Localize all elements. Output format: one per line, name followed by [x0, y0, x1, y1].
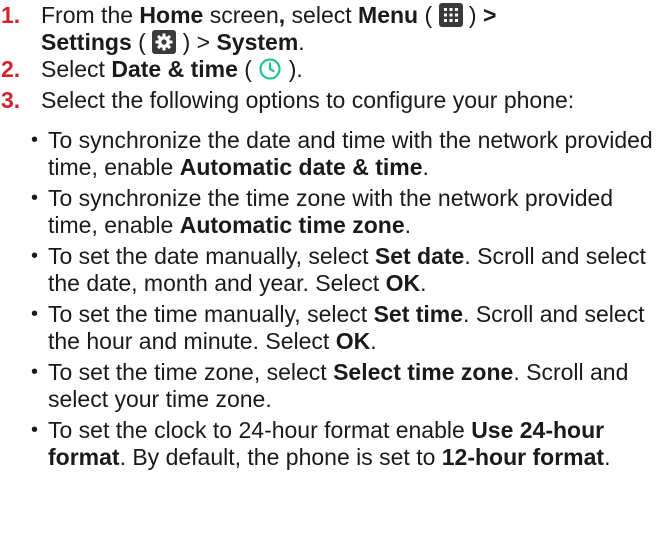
gear-icon	[152, 30, 177, 54]
list-item: • To set the clock to 24-hour format ena…	[0, 417, 664, 471]
text-run: (	[418, 2, 439, 28]
text-run: (	[131, 29, 153, 55]
bullet-dot: •	[30, 129, 38, 151]
bold-term: Set time	[373, 301, 464, 327]
step-number: 2.	[1, 56, 21, 82]
bullet-dot: •	[30, 419, 38, 441]
bold-term: Automatic date & time	[179, 154, 423, 180]
bullet-dot: •	[30, 187, 38, 209]
step-1: 1. From the Home screen, select Menu ( )…	[0, 2, 664, 56]
bold-term: 12-hour format	[441, 444, 605, 470]
list-item: • To synchronize the date and time with …	[0, 127, 664, 181]
text-run: To set the time zone, select	[48, 359, 334, 385]
text-run: .	[404, 212, 412, 238]
bold-term: Set date	[374, 243, 465, 269]
text-run: ) >	[176, 29, 217, 55]
list-item: • To set the time zone, select Select ti…	[0, 359, 664, 413]
list-item: • To set the date manually, select Set d…	[0, 243, 664, 297]
bold-home: Home	[139, 2, 204, 28]
bold-term: OK	[335, 328, 371, 354]
bold-term: OK	[385, 270, 421, 296]
text-run: . By default, the phone is set to	[119, 444, 442, 470]
step-3: 3. Select the following options to confi…	[0, 87, 664, 114]
bullet-dot: •	[30, 361, 38, 383]
step-text: Select Date & time ( ).	[41, 56, 664, 87]
step-number: 3.	[1, 87, 21, 113]
bold-date-time: Date & time	[111, 56, 238, 82]
grid-menu-icon	[438, 3, 463, 27]
text-run: .	[370, 328, 377, 354]
bullet-dot: •	[30, 245, 38, 267]
text-run: To set the clock to 24-hour format enabl…	[48, 417, 472, 443]
text-run: To set the date manually, select	[48, 243, 375, 269]
instructions: 1. From the Home screen, select Menu ( )…	[0, 2, 664, 475]
options-list: • To synchronize the date and time with …	[0, 127, 664, 471]
bullet-text: To set the time manually, select Set tim…	[48, 301, 664, 355]
text-run: .	[422, 154, 429, 180]
text-run: From the	[41, 2, 140, 28]
clock-icon	[258, 57, 282, 87]
step-2: 2. Select Date & time ( ).	[0, 56, 664, 87]
step-text: From the Home screen, select Menu ( ) > S…	[41, 2, 664, 56]
list-item: • To set the time manually, select Set t…	[0, 301, 664, 355]
text-run: )	[462, 2, 483, 28]
bullet-dot: •	[30, 303, 38, 325]
bold-term: Select time zone	[333, 359, 514, 385]
text-run: screen	[203, 2, 279, 28]
bold-settings: Settings	[41, 29, 132, 55]
text-run: .	[604, 444, 611, 470]
text-run: Select	[41, 56, 112, 82]
bold-system: System	[216, 29, 299, 55]
text-run: ).	[282, 56, 303, 82]
bullet-text: To set the date manually, select Set dat…	[48, 243, 664, 297]
text-run: select	[285, 2, 359, 28]
text-run: .	[420, 270, 427, 296]
text-run: To set the time manually, select	[48, 301, 374, 327]
bullet-text: To set the clock to 24-hour format enabl…	[48, 417, 664, 471]
bullet-text: To set the time zone, select Select time…	[48, 359, 664, 413]
list-item: • To synchronize the time zone with the …	[0, 185, 664, 239]
bold-menu: Menu	[358, 2, 419, 28]
bold-term: Automatic time zone	[179, 212, 405, 238]
bullet-text: To synchronize the time zone with the ne…	[48, 185, 664, 239]
text-run: (	[237, 56, 259, 82]
bold-arrow: >	[483, 2, 497, 28]
step-text: Select the following options to configur…	[41, 87, 575, 113]
bullet-text: To synchronize the date and time with th…	[48, 127, 664, 181]
step-number: 1.	[1, 2, 21, 28]
text-run: .	[298, 29, 305, 55]
